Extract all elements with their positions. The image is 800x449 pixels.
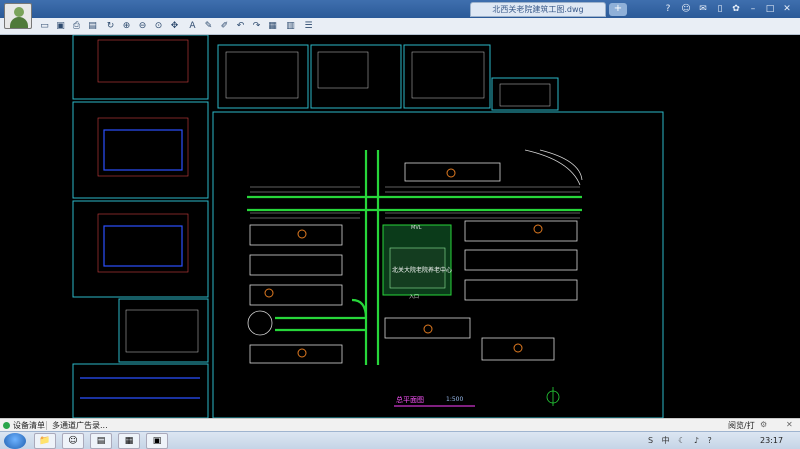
phone-icon[interactable]: ▯ [714, 3, 726, 15]
save-icon[interactable]: ▣ [54, 20, 67, 33]
undo-icon[interactable]: ↶ [234, 20, 247, 33]
document-tab[interactable]: 北西关老院建筑工图.dwg [470, 2, 606, 17]
status-bar: 设备清单 多通道广告录... 阅览/打 ⚙ ✕ [0, 418, 800, 431]
status-divider [46, 421, 47, 430]
pan-icon[interactable]: ✥ [168, 20, 181, 33]
settings-icon[interactable]: ⚙ [760, 420, 767, 429]
text-icon[interactable]: A [186, 20, 199, 33]
zoom-out-icon[interactable]: ⊖ [136, 20, 149, 33]
eraser-icon[interactable]: ✐ [218, 20, 231, 33]
building-north [404, 162, 501, 182]
hatch-icon[interactable]: ▦ [266, 20, 279, 33]
pen-icon[interactable]: ✎ [202, 20, 215, 33]
layers-icon[interactable]: ▤ [86, 20, 99, 33]
sheet-notes[interactable] [403, 44, 491, 109]
drawing-canvas[interactable]: 总平面图 1:500 北关大院老院养老中心 MVL 入口 [0, 35, 800, 418]
close-icon[interactable]: ✕ [781, 3, 793, 15]
image-viewer-app-icon[interactable]: ▣ [146, 433, 168, 449]
close-panel-icon[interactable]: ✕ [786, 420, 793, 429]
file-explorer-icon[interactable]: 📁 [34, 433, 56, 449]
skin-icon[interactable]: ✿ [730, 3, 742, 15]
print-icon[interactable]: ⎙ [70, 20, 83, 33]
help-icon[interactable]: ? [662, 3, 674, 15]
status-view-print[interactable]: 阅览/打 [728, 420, 755, 431]
redo-icon[interactable]: ↻ [104, 20, 117, 33]
start-button-icon[interactable] [4, 433, 26, 449]
zoom-fit-icon[interactable]: ⊙ [152, 20, 165, 33]
message-icon[interactable]: ✉ [697, 3, 709, 15]
site-plan-title: 总平面图 [396, 396, 424, 404]
status-indicator-icon [3, 422, 10, 429]
chat-app-icon[interactable]: ☺ [62, 433, 84, 449]
user-icon[interactable]: ☺ [680, 3, 692, 15]
sheet-table-1[interactable] [217, 44, 309, 109]
app-window: 北西关老院建筑工图.dwg + ? ☺ ✉ ▯ ✿ – □ ✕ ▭ ▣ ⎙ ▤ … [0, 0, 800, 449]
sheet-table-2[interactable] [310, 44, 402, 109]
archive-app-icon[interactable]: ▤ [90, 433, 112, 449]
status-item-broadcast[interactable]: 多通道广告录... [52, 420, 108, 431]
forward-icon[interactable]: ↷ [250, 20, 263, 33]
legend-label: MVL [411, 225, 422, 231]
site-building-label: 北关大院老院养老中心 [392, 267, 453, 274]
sheet-elevations-2[interactable] [72, 363, 209, 418]
taskbar: 📁 ☺ ▤ ▦ ▣ S 中 ☾ ♪ ? 23:17 [0, 431, 800, 449]
status-item-device-list[interactable]: 设备清单 [13, 420, 45, 431]
site-plan-scale: 1:500 [446, 396, 464, 403]
site-annotation: 入口 [409, 294, 420, 300]
toolbar: ▭ ▣ ⎙ ▤ ↻ ⊕ ⊖ ⊙ ✥ A ✎ ✐ ↶ ↷ ▦ ▥ ☰ [0, 18, 800, 35]
system-tray[interactable]: S 中 ☾ ♪ ? [648, 435, 715, 446]
new-tab-button[interactable]: + [609, 3, 627, 16]
sheet-detail[interactable] [491, 77, 559, 111]
minimize-icon[interactable]: – [747, 3, 759, 15]
cad-drawing [72, 35, 664, 418]
clock[interactable]: 23:17 [760, 436, 783, 445]
layer-stack-icon[interactable]: ☰ [302, 20, 315, 33]
cad-viewer-app-icon[interactable]: ▦ [118, 433, 140, 449]
zoom-in-icon[interactable]: ⊕ [120, 20, 133, 33]
grid-icon[interactable]: ▥ [284, 20, 297, 33]
sheet-elevation[interactable] [118, 298, 209, 363]
avatar[interactable] [4, 3, 32, 29]
maximize-icon[interactable]: □ [764, 3, 776, 15]
open-icon[interactable]: ▭ [38, 20, 51, 33]
title-bar: 北西关老院建筑工图.dwg + ? ☺ ✉ ▯ ✿ – □ ✕ [0, 0, 800, 18]
